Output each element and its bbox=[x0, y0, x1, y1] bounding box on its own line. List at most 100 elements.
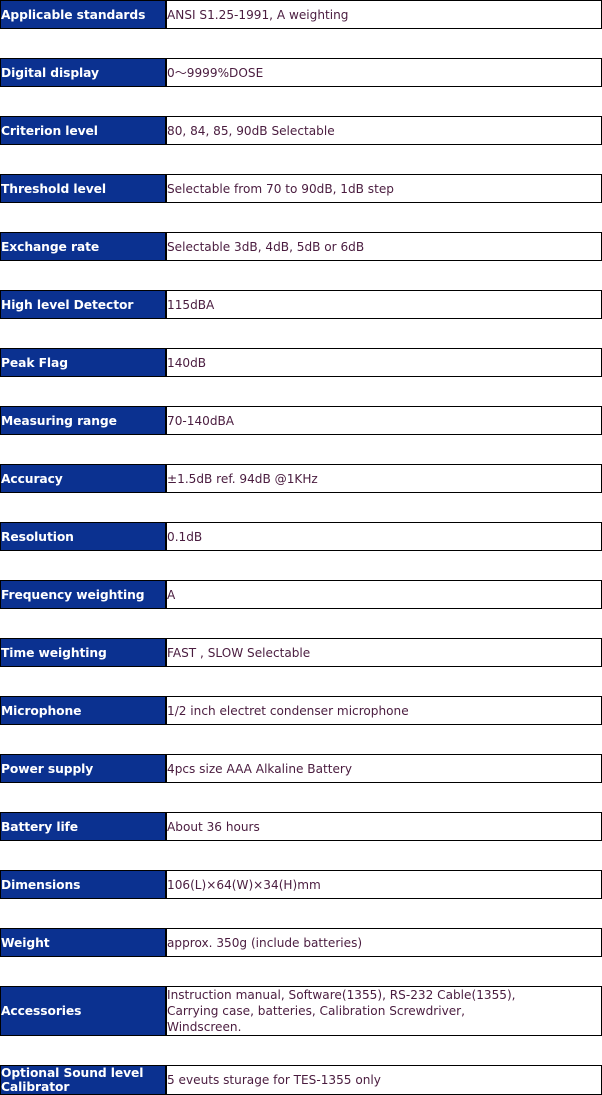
table-row: Frequency weighting A bbox=[0, 580, 602, 609]
spec-value-high-level-detector: 115dBA bbox=[166, 290, 602, 319]
row-spacer bbox=[0, 783, 602, 812]
spec-value-frequency-weighting: A bbox=[166, 580, 602, 609]
spec-label-microphone: Microphone bbox=[0, 696, 166, 725]
spec-label-exchange-rate: Exchange rate bbox=[0, 232, 166, 261]
row-spacer bbox=[0, 493, 602, 522]
spec-label-high-level-detector: High level Detector bbox=[0, 290, 166, 319]
table-row: Applicable standards ANSI S1.25-1991, A … bbox=[0, 0, 602, 29]
row-spacer-left bbox=[0, 725, 166, 754]
row-spacer-right bbox=[166, 667, 602, 696]
spec-label-resolution: Resolution bbox=[0, 522, 166, 551]
row-spacer bbox=[0, 841, 602, 870]
table-row: Time weighting FAST , SLOW Selectable bbox=[0, 638, 602, 667]
row-spacer-right bbox=[166, 725, 602, 754]
row-spacer bbox=[0, 29, 602, 58]
table-row: Threshold level Selectable from 70 to 90… bbox=[0, 174, 602, 203]
spec-label-threshold-level: Threshold level bbox=[0, 174, 166, 203]
table-row: Microphone 1/2 inch electret condenser m… bbox=[0, 696, 602, 725]
table-row: Accessories Instruction manual, Software… bbox=[0, 986, 602, 1036]
row-spacer bbox=[0, 957, 602, 986]
spec-label-weight: Weight bbox=[0, 928, 166, 957]
table-row: Digital display 0〜9999%DOSE bbox=[0, 58, 602, 87]
row-spacer-left bbox=[0, 899, 166, 928]
spec-value-criterion-level: 80, 84, 85, 90dB Selectable bbox=[166, 116, 602, 145]
table-row: Peak Flag 140dB bbox=[0, 348, 602, 377]
row-spacer-left bbox=[0, 1036, 166, 1065]
row-spacer-right bbox=[166, 1036, 602, 1065]
row-spacer bbox=[0, 261, 602, 290]
spec-label-applicable-standards: Applicable standards bbox=[0, 0, 166, 29]
spec-label-time-weighting: Time weighting bbox=[0, 638, 166, 667]
row-spacer bbox=[0, 667, 602, 696]
spec-label-accessories: Accessories bbox=[0, 986, 166, 1036]
row-spacer-left bbox=[0, 957, 166, 986]
row-spacer-left bbox=[0, 551, 166, 580]
row-spacer-right bbox=[166, 551, 602, 580]
table-row: High level Detector 115dBA bbox=[0, 290, 602, 319]
row-spacer-right bbox=[166, 609, 602, 638]
spec-value-accuracy: ±1.5dB ref. 94dB @1KHz bbox=[166, 464, 602, 493]
spec-label-power-supply: Power supply bbox=[0, 754, 166, 783]
table-row: Accuracy ±1.5dB ref. 94dB @1KHz bbox=[0, 464, 602, 493]
row-spacer-left bbox=[0, 319, 166, 348]
row-spacer-right bbox=[166, 319, 602, 348]
row-spacer-right bbox=[166, 435, 602, 464]
row-spacer-left bbox=[0, 203, 166, 232]
row-spacer-left bbox=[0, 29, 166, 58]
row-spacer-left bbox=[0, 261, 166, 290]
row-spacer-left bbox=[0, 435, 166, 464]
spec-label-dimensions: Dimensions bbox=[0, 870, 166, 899]
spec-value-microphone: 1/2 inch electret condenser microphone bbox=[166, 696, 602, 725]
row-spacer bbox=[0, 203, 602, 232]
row-spacer bbox=[0, 435, 602, 464]
row-spacer bbox=[0, 145, 602, 174]
row-spacer bbox=[0, 377, 602, 406]
row-spacer-right bbox=[166, 29, 602, 58]
row-spacer-left bbox=[0, 783, 166, 812]
spec-value-threshold-level: Selectable from 70 to 90dB, 1dB step bbox=[166, 174, 602, 203]
spec-label-battery-life: Battery life bbox=[0, 812, 166, 841]
row-spacer-right bbox=[166, 203, 602, 232]
row-spacer-right bbox=[166, 899, 602, 928]
row-spacer-right bbox=[166, 841, 602, 870]
table-row: Weight approx. 350g (include batteries) bbox=[0, 928, 602, 957]
table-row: Dimensions 106(L)×64(W)×34(H)mm bbox=[0, 870, 602, 899]
specifications-table: Applicable standards ANSI S1.25-1991, A … bbox=[0, 0, 602, 1095]
row-spacer-right bbox=[166, 145, 602, 174]
row-spacer-left bbox=[0, 609, 166, 638]
spec-label-measuring-range: Measuring range bbox=[0, 406, 166, 435]
spec-value-optional-sound-level-calibrator: 5 eveuts sturage for TES-1355 only bbox=[166, 1065, 602, 1095]
spec-label-frequency-weighting: Frequency weighting bbox=[0, 580, 166, 609]
spec-label-digital-display: Digital display bbox=[0, 58, 166, 87]
specifications-table-body: Applicable standards ANSI S1.25-1991, A … bbox=[0, 0, 602, 1095]
row-spacer-left bbox=[0, 841, 166, 870]
row-spacer bbox=[0, 551, 602, 580]
spec-label-accuracy: Accuracy bbox=[0, 464, 166, 493]
spec-value-battery-life: About 36 hours bbox=[166, 812, 602, 841]
row-spacer bbox=[0, 1036, 602, 1065]
row-spacer bbox=[0, 725, 602, 754]
spec-value-dimensions: 106(L)×64(W)×34(H)mm bbox=[166, 870, 602, 899]
row-spacer bbox=[0, 319, 602, 348]
table-row: Measuring range 70-140dBA bbox=[0, 406, 602, 435]
table-row: Exchange rate Selectable 3dB, 4dB, 5dB o… bbox=[0, 232, 602, 261]
table-row: Battery life About 36 hours bbox=[0, 812, 602, 841]
spec-value-accessories: Instruction manual, Software(1355), RS-2… bbox=[166, 986, 602, 1036]
row-spacer bbox=[0, 899, 602, 928]
spec-value-resolution: 0.1dB bbox=[166, 522, 602, 551]
row-spacer-right bbox=[166, 493, 602, 522]
row-spacer-left bbox=[0, 493, 166, 522]
table-row: Criterion level 80, 84, 85, 90dB Selecta… bbox=[0, 116, 602, 145]
spec-label-peak-flag: Peak Flag bbox=[0, 348, 166, 377]
row-spacer bbox=[0, 609, 602, 638]
spec-label-optional-sound-level-calibrator: Optional Sound level Calibrator bbox=[0, 1065, 166, 1095]
row-spacer-left bbox=[0, 145, 166, 174]
spec-value-applicable-standards: ANSI S1.25-1991, A weighting bbox=[166, 0, 602, 29]
table-row: Resolution 0.1dB bbox=[0, 522, 602, 551]
spec-value-weight: approx. 350g (include batteries) bbox=[166, 928, 602, 957]
row-spacer bbox=[0, 87, 602, 116]
row-spacer-right bbox=[166, 957, 602, 986]
table-row: Power supply 4pcs size AAA Alkaline Batt… bbox=[0, 754, 602, 783]
spec-value-time-weighting: FAST , SLOW Selectable bbox=[166, 638, 602, 667]
table-row: Optional Sound level Calibrator 5 eveuts… bbox=[0, 1065, 602, 1095]
